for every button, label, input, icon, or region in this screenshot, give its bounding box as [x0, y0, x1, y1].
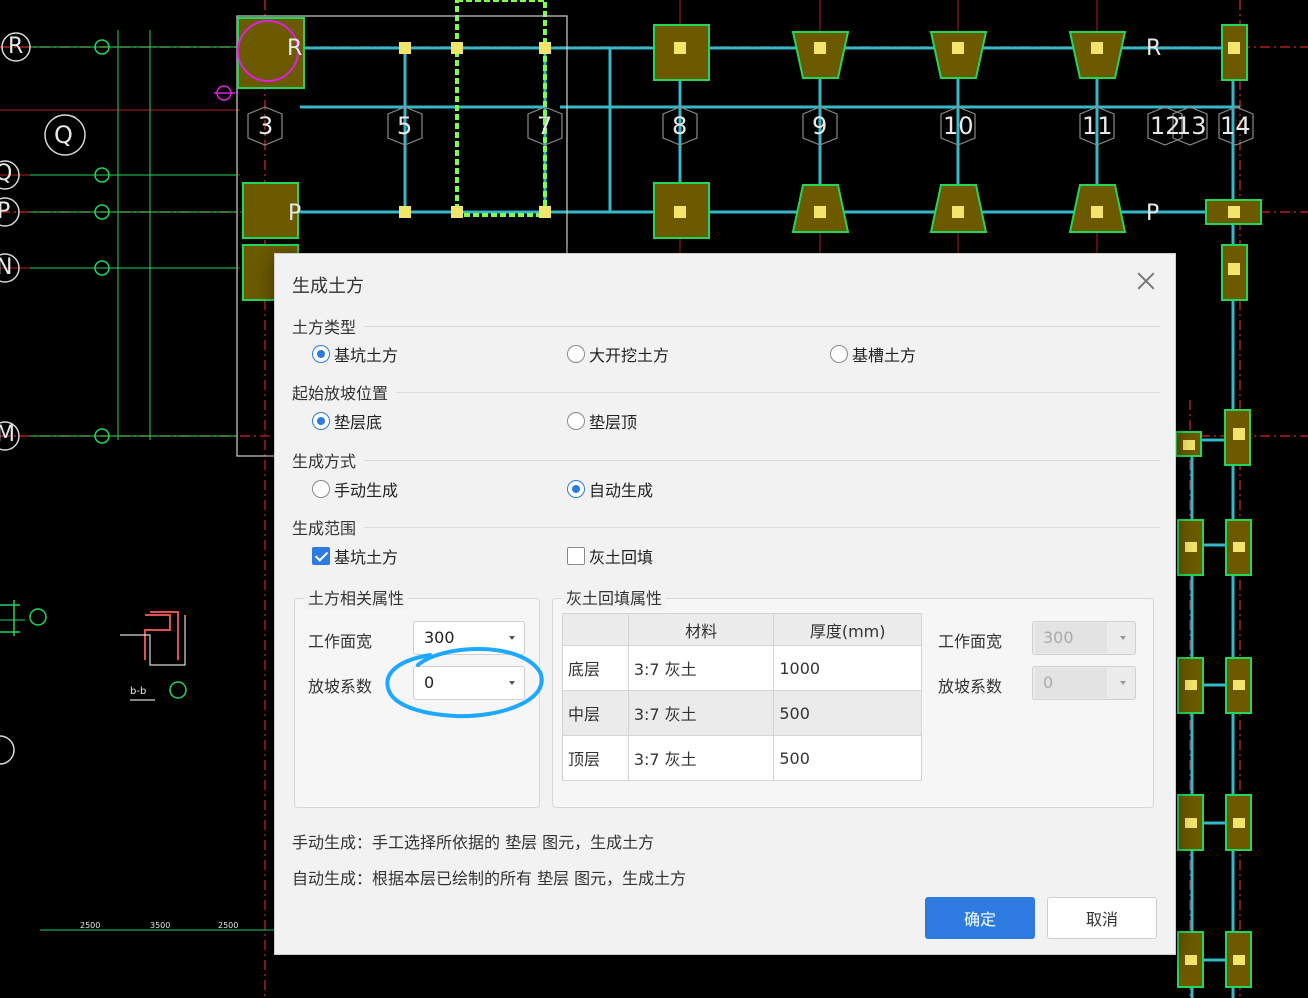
ok-button[interactable]: 确定: [925, 897, 1035, 939]
table-cell-thickness[interactable]: 500: [773, 735, 922, 781]
radio-checked-icon: [312, 345, 330, 363]
work-width-select[interactable]: 300: [413, 621, 525, 655]
radio-label: 基槽土方: [852, 346, 917, 365]
backfill-layer-table: 材料 厚度(mm) 底层 3:7 灰土 1000 中层 3:7 灰土 500 顶…: [562, 613, 922, 781]
backfill-slope-coef-value: 0: [1035, 668, 1107, 698]
section-slope-start-heading: 起始放坡位置: [292, 384, 389, 403]
radio-open-excavation[interactable]: 大开挖土方: [567, 342, 669, 366]
table-header-cell: 材料: [627, 613, 775, 646]
note-manual: 手动生成：手工选择所依据的 垫层 图元，生成土方: [292, 833, 655, 852]
section-earth-type: 土方类型: [292, 314, 1160, 338]
section-method: 生成方式: [292, 448, 1160, 472]
radio-unchecked-icon: [312, 480, 330, 498]
slope-coef-label: 放坡系数: [308, 677, 373, 696]
section-range-heading: 生成范围: [292, 519, 357, 538]
backfill-work-width-value: 300: [1035, 623, 1107, 653]
table-row[interactable]: 底层 3:7 灰土 1000: [562, 645, 922, 691]
divider: [364, 459, 1160, 461]
divider: [364, 526, 1160, 528]
divider: [396, 391, 1160, 393]
section-method-heading: 生成方式: [292, 452, 357, 471]
checkbox-label: 基坑土方: [334, 548, 399, 567]
radio-cushion-bottom[interactable]: 垫层底: [312, 409, 382, 433]
checkbox-checked-icon: [312, 547, 330, 565]
slope-coef-select[interactable]: 0: [413, 666, 525, 700]
radio-label: 垫层顶: [589, 413, 638, 432]
table-cell-thickness[interactable]: 1000: [773, 645, 922, 691]
table-cell-material[interactable]: 3:7 灰土: [627, 735, 775, 781]
radio-checked-icon: [567, 480, 585, 498]
work-width-label: 工作面宽: [308, 632, 373, 651]
radio-auto-generate[interactable]: 自动生成: [567, 477, 653, 501]
backfill-work-width-label: 工作面宽: [938, 632, 1003, 651]
radio-label: 基坑土方: [334, 346, 399, 365]
chevron-down-icon: [1120, 636, 1126, 640]
checkbox-label: 灰土回填: [589, 548, 654, 567]
slope-coef-value: 0: [424, 673, 435, 692]
checkbox-lime-backfill[interactable]: 灰土回填: [567, 544, 653, 568]
radio-unchecked-icon: [567, 412, 585, 430]
chevron-down-icon: [509, 636, 515, 640]
earth-props-title: 土方相关属性: [304, 585, 409, 609]
radio-label: 手动生成: [334, 481, 399, 500]
dialog-title: 生成土方: [292, 276, 364, 297]
generate-earthwork-dialog: 生成土方 土方类型 基坑土方 大开挖土方 基槽土方 起始放坡位置 垫层底 垫层顶…: [274, 253, 1176, 955]
radio-checked-icon: [312, 412, 330, 430]
table-cell-layer: 底层: [562, 645, 629, 691]
chevron-down-icon: [509, 681, 515, 685]
section-range: 生成范围: [292, 515, 1160, 539]
radio-unchecked-icon: [567, 345, 585, 363]
checkbox-pit-earthwork[interactable]: 基坑土方: [312, 544, 398, 568]
close-icon[interactable]: [1135, 270, 1157, 292]
checkbox-unchecked-icon: [567, 547, 585, 565]
section-slope-start: 起始放坡位置: [292, 380, 1160, 404]
radio-label: 垫层底: [334, 413, 383, 432]
table-row[interactable]: 顶层 3:7 灰土 500: [562, 735, 922, 781]
backfill-props-title: 灰土回填属性: [562, 585, 667, 609]
table-row[interactable]: 中层 3:7 灰土 500: [562, 690, 922, 736]
divider: [364, 325, 1160, 327]
radio-pit-earthwork[interactable]: 基坑土方: [312, 342, 398, 366]
table-header-cell: [562, 613, 629, 646]
table-cell-thickness[interactable]: 500: [773, 690, 922, 736]
backfill-slope-coef-label: 放坡系数: [938, 677, 1003, 696]
table-header-row: 材料 厚度(mm): [562, 613, 922, 646]
table-header-cell: 厚度(mm): [773, 613, 922, 646]
backfill-work-width-select: 300: [1032, 621, 1136, 655]
chevron-down-icon: [1120, 681, 1126, 685]
radio-unchecked-icon: [830, 345, 848, 363]
work-width-value: 300: [424, 628, 455, 647]
radio-cushion-top[interactable]: 垫层顶: [567, 409, 637, 433]
table-cell-layer: 顶层: [562, 735, 629, 781]
backfill-slope-coef-select: 0: [1032, 666, 1136, 700]
radio-trench-earthwork[interactable]: 基槽土方: [830, 342, 916, 366]
cancel-button[interactable]: 取消: [1047, 897, 1157, 939]
radio-label: 自动生成: [589, 481, 654, 500]
section-earth-type-heading: 土方类型: [292, 318, 357, 337]
table-cell-material[interactable]: 3:7 灰土: [627, 690, 775, 736]
table-cell-layer: 中层: [562, 690, 629, 736]
radio-label: 大开挖土方: [589, 346, 670, 365]
table-cell-material[interactable]: 3:7 灰土: [627, 645, 775, 691]
radio-manual-generate[interactable]: 手动生成: [312, 477, 398, 501]
note-auto: 自动生成：根据本层已绘制的所有 垫层 图元，生成土方: [292, 869, 687, 888]
